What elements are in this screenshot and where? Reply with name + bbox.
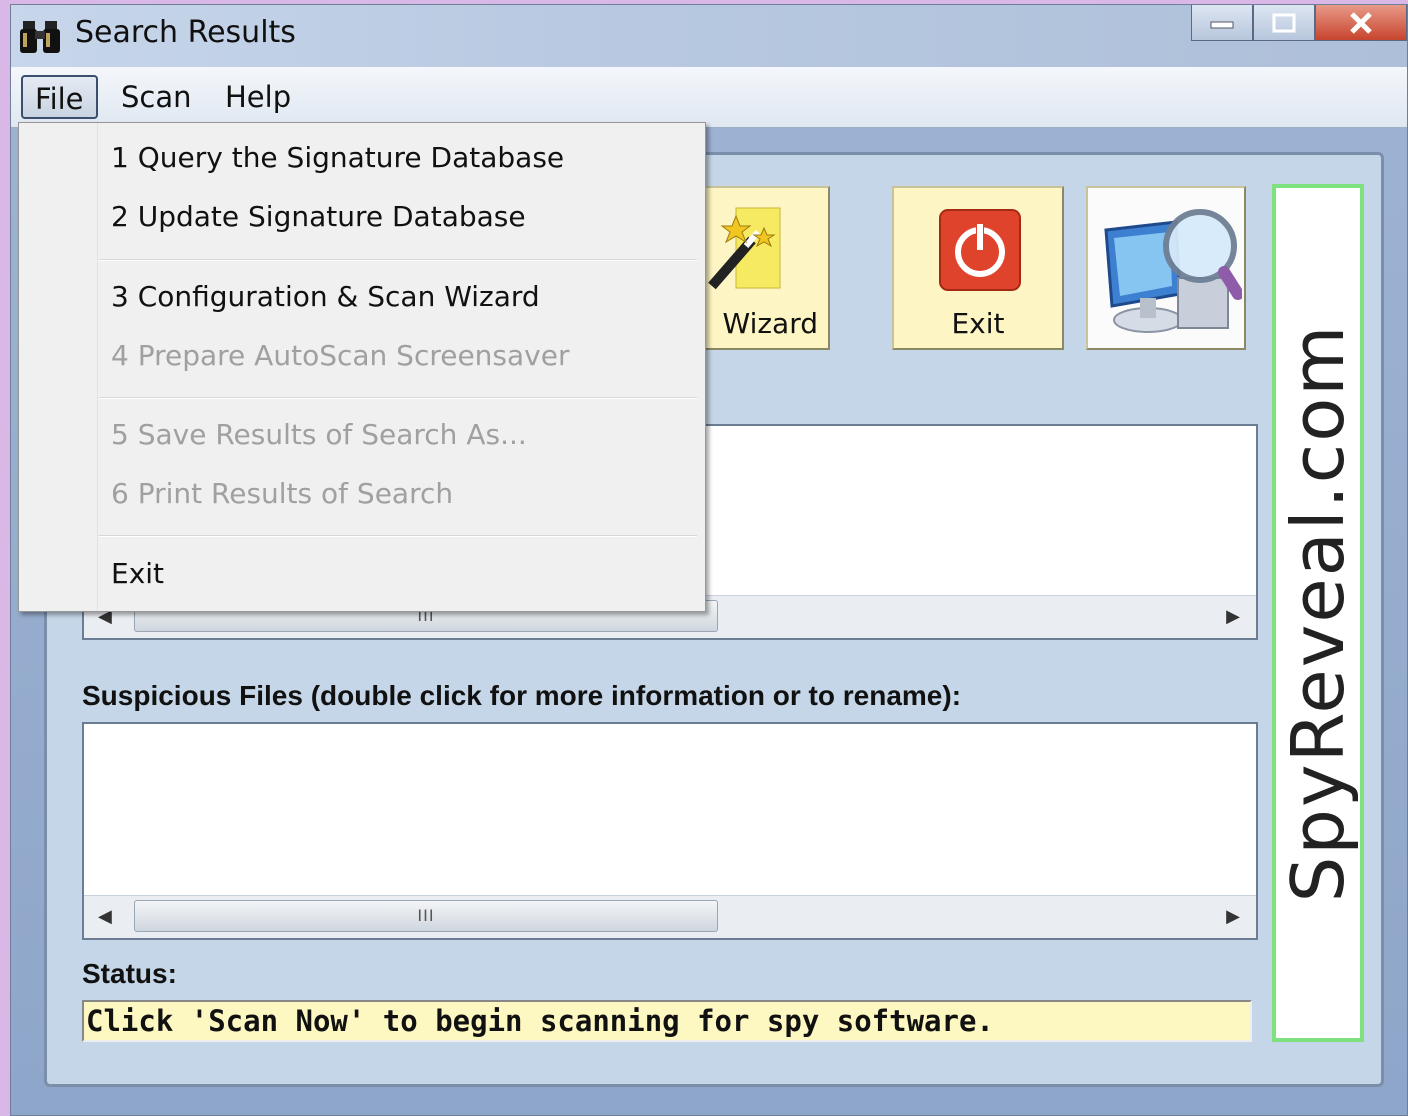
computer-magnifier-icon bbox=[1104, 209, 1242, 333]
maximize-button[interactable] bbox=[1253, 5, 1315, 41]
suspicious-files-list[interactable]: ◀ III ▶ bbox=[82, 722, 1258, 940]
magic-wand-icon bbox=[708, 207, 781, 290]
suspicious-hscroll[interactable]: ◀ III ▶ bbox=[84, 895, 1256, 938]
wizard-label: Wizard bbox=[722, 307, 819, 340]
title-bar[interactable]: Search Results bbox=[11, 5, 1407, 67]
scroll-right-icon[interactable]: ▶ bbox=[1226, 606, 1240, 627]
exit-button[interactable]: Exit bbox=[892, 186, 1064, 350]
scroll-left-icon[interactable]: ◀ bbox=[98, 906, 112, 927]
status-label: Status: bbox=[82, 958, 177, 989]
scan-now-button[interactable] bbox=[1086, 186, 1246, 350]
menu-item-prepare-screensaver: 4 Prepare AutoScan Screensaver bbox=[111, 339, 570, 372]
maximize-icon bbox=[1272, 13, 1296, 32]
status-field: Click 'Scan Now' to begin scanning for s… bbox=[82, 1000, 1252, 1042]
binoculars-icon bbox=[20, 21, 60, 53]
menu-item-query-signature[interactable]: 1 Query the Signature Database bbox=[111, 141, 564, 174]
scroll-right-icon[interactable]: ▶ bbox=[1226, 906, 1240, 927]
menu-item-config-wizard[interactable]: 3 Configuration & Scan Wizard bbox=[111, 280, 540, 313]
file-menu-dropdown: 1 Query the Signature Database 2 Update … bbox=[18, 122, 706, 612]
menu-bar: File Scan Help bbox=[11, 67, 1407, 128]
menu-item-print-results: 6 Print Results of Search bbox=[111, 477, 454, 510]
menu-file[interactable]: File bbox=[21, 75, 98, 119]
wizard-button[interactable]: Wizard bbox=[690, 186, 830, 350]
window-title: Search Results bbox=[75, 15, 296, 50]
minimize-icon bbox=[1210, 21, 1234, 28]
power-icon bbox=[939, 209, 1021, 291]
menu-item-exit[interactable]: Exit bbox=[111, 557, 164, 590]
menu-separator bbox=[99, 535, 697, 537]
window-controls bbox=[1191, 5, 1407, 45]
scroll-thumb[interactable]: III bbox=[134, 900, 718, 932]
suspicious-files-label: Suspicious Files (double click for more … bbox=[82, 680, 962, 711]
brand-banner[interactable]: SpyReveal.com bbox=[1272, 184, 1364, 1042]
menu-item-save-results: 5 Save Results of Search As... bbox=[111, 418, 527, 451]
menu-separator bbox=[99, 397, 697, 399]
menu-separator bbox=[99, 259, 697, 261]
menu-scan[interactable]: Scan bbox=[109, 75, 204, 119]
close-button[interactable] bbox=[1315, 5, 1407, 41]
close-icon bbox=[1350, 11, 1372, 34]
menu-gutter bbox=[19, 123, 98, 611]
brand-logo-text: SpyReveal.com bbox=[1276, 323, 1360, 903]
menu-item-update-signature[interactable]: 2 Update Signature Database bbox=[111, 200, 526, 233]
minimize-button[interactable] bbox=[1191, 5, 1253, 41]
menu-help[interactable]: Help bbox=[213, 75, 303, 119]
exit-label: Exit bbox=[951, 307, 1005, 340]
